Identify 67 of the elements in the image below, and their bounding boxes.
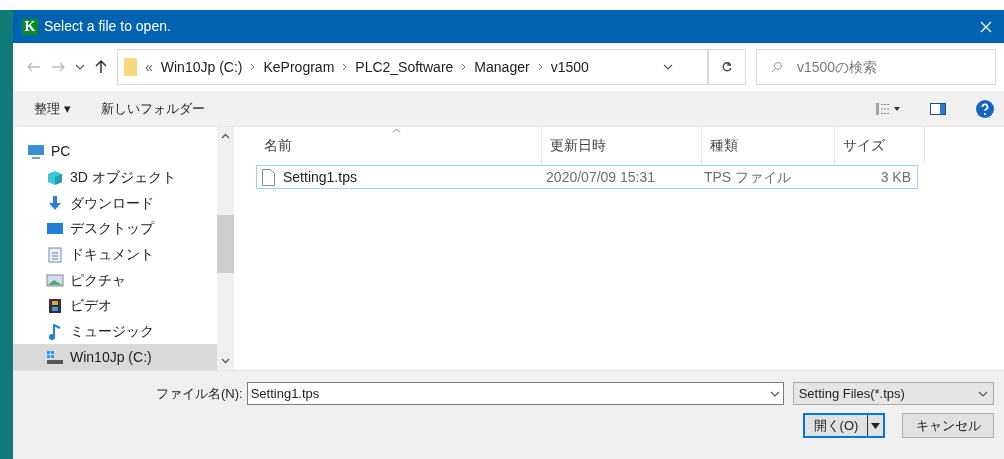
address-bar[interactable]: « Win10Jp (C:) KeProgram PLC2_Software Manager v1500 <box>117 49 708 85</box>
desktop-icon <box>46 220 64 237</box>
chevron-icon <box>537 63 543 71</box>
app-logo: K <box>22 18 38 35</box>
document-icon <box>46 246 64 263</box>
down-arrow-icon <box>46 195 64 212</box>
close-icon[interactable] <box>980 20 992 33</box>
filename-label: ファイル名(N): <box>156 384 243 403</box>
dropdown-caret-icon <box>663 64 673 70</box>
sidebar-item[interactable]: Win10Jp (C:) <box>13 344 217 371</box>
refresh-icon <box>721 61 733 73</box>
file-row[interactable]: Setting1.tps 2020/07/09 15:31 TPS ファイル 3 KB <box>256 165 918 189</box>
file-type: TPS ファイル <box>702 167 793 187</box>
up-icon[interactable] <box>95 60 107 74</box>
drive-icon <box>46 349 64 366</box>
help-icon[interactable] <box>976 99 994 118</box>
caret-icon <box>871 422 880 429</box>
file-icon <box>262 168 275 186</box>
column-header[interactable]: 種類 <box>702 127 835 164</box>
sidebar-item[interactable]: ドキュメント <box>13 241 217 268</box>
sort-caret-icon <box>392 128 401 133</box>
dropdown-caret-icon <box>978 390 988 397</box>
sidebar-item[interactable]: PC <box>13 139 217 165</box>
chevron-icon <box>461 63 467 71</box>
file-date: 2020/07/09 15:31 <box>545 167 657 187</box>
picture-icon <box>46 272 64 289</box>
chevron-icon <box>342 63 348 71</box>
chevron-icon <box>250 63 256 71</box>
scrollbar-thumb[interactable] <box>217 214 234 273</box>
column-header[interactable]: サイズ <box>835 127 925 164</box>
preview-pane-icon[interactable] <box>930 102 946 115</box>
scroll-down-icon[interactable] <box>221 358 230 364</box>
sidebar-item[interactable]: デスクトップ <box>13 216 217 242</box>
column-header[interactable]: 名前 <box>256 127 542 164</box>
sidebar-item[interactable]: ビデオ <box>13 293 217 319</box>
file-size: 3 KB <box>879 167 912 187</box>
film-icon <box>46 297 64 314</box>
monitor-icon <box>27 143 45 160</box>
sidebar-item[interactable]: ダウンロード <box>13 190 217 216</box>
file-type-dropdown[interactable]: Setting Files(*.tps) <box>792 382 994 405</box>
scroll-up-icon[interactable] <box>221 133 230 139</box>
column-header[interactable]: 更新日時 <box>542 127 702 164</box>
file-name: Setting1.tps <box>283 167 357 187</box>
refresh-button[interactable] <box>708 49 746 85</box>
view-options-icon[interactable] <box>876 102 900 115</box>
cube-icon <box>46 169 64 186</box>
dropdown-caret-icon <box>769 390 780 397</box>
scrollbar[interactable] <box>217 127 234 370</box>
path-segment[interactable]: KeProgram <box>263 56 335 78</box>
sidebar-item[interactable]: ミュージック <box>13 318 217 345</box>
new-folder-button[interactable]: 新しいフォルダー <box>100 98 205 119</box>
search-field[interactable]: v1500の検索 <box>797 56 981 78</box>
path-segment[interactable]: Manager <box>474 56 530 78</box>
sidebar-item[interactable]: ピクチャ <box>13 267 217 294</box>
split-dropdown-button[interactable] <box>867 415 883 436</box>
path-segment[interactable]: Win10Jp (C:) <box>160 56 243 78</box>
folder-icon <box>124 58 137 76</box>
search-icon <box>771 61 783 73</box>
window-title: Select a file to open. <box>44 17 171 36</box>
history-caret-icon <box>75 64 85 70</box>
organize-menu[interactable]: 整理 ▾ <box>34 98 71 119</box>
path-segment[interactable]: PLC2_Software <box>355 56 454 78</box>
cancel-button[interactable]: キャンセル <box>902 413 994 438</box>
path-overflow[interactable]: « <box>145 56 153 78</box>
search-box[interactable]: v1500の検索 <box>756 49 996 85</box>
path-segment[interactable]: v1500 <box>550 56 589 78</box>
sidebar-item[interactable]: 3D オブジェクト <box>13 164 217 191</box>
